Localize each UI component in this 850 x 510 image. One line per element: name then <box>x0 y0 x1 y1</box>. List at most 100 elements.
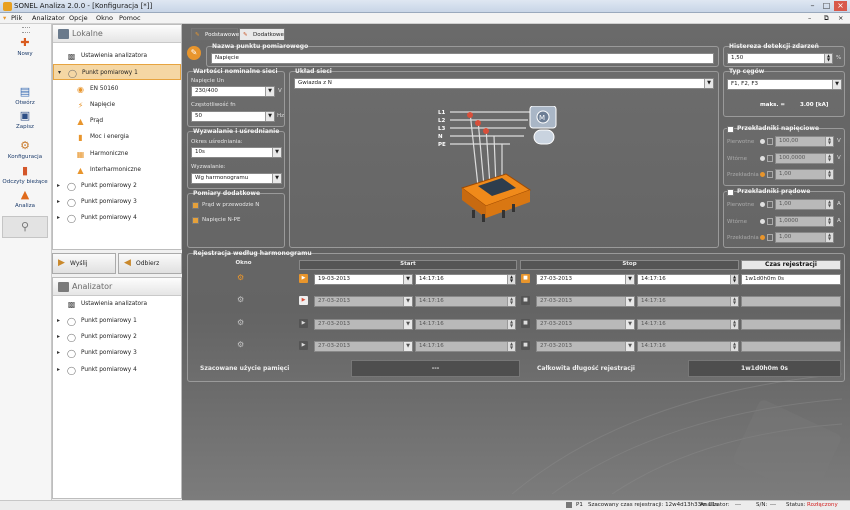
mdi-restore-button[interactable]: ⧉ <box>824 14 829 23</box>
spin-buttons[interactable]: ▲ ▼ <box>507 275 515 284</box>
neutral-current-checkbox[interactable] <box>192 202 199 209</box>
tree-item-voltage[interactable]: ⚡ Napięcie <box>53 97 181 113</box>
spin-buttons[interactable]: ▲ ▼ <box>507 342 515 351</box>
trigger-select[interactable]: Wg harmonogramu ▼ <box>191 173 282 184</box>
vt-secondary-radio[interactable] <box>760 156 765 161</box>
tree-item-point-1[interactable]: ▾ ◯ Punkt pomiarowy 1 <box>53 64 181 80</box>
tree-item-power-energy[interactable]: ▮ Moc i energia <box>53 129 181 145</box>
tree-item-en50160[interactable]: ◉ EN 50160 <box>53 81 181 97</box>
menu-analyzer[interactable]: Analizator <box>32 14 65 22</box>
expand-icon[interactable]: ▸ <box>57 362 63 378</box>
spin-buttons[interactable]: ▲ ▼ <box>825 200 833 209</box>
maximize-button[interactable]: □ <box>820 1 833 11</box>
chevron-down-icon[interactable]: ▼ <box>625 320 634 329</box>
analyzer-item-point-4[interactable]: ▸ ◯ Punkt pomiarowy 4 <box>53 362 181 378</box>
spin-buttons[interactable]: ▲ ▼ <box>730 297 738 306</box>
chevron-down-icon[interactable]: ▼ <box>403 297 412 306</box>
tree-item-current[interactable]: ▲ Prąd <box>53 113 181 129</box>
clamps-select[interactable]: F1, F2, F3 ▼ <box>727 79 842 90</box>
vt-secondary-input[interactable]: 100,0000 ▲ ▼ <box>775 153 834 164</box>
toolbar-analysis-button[interactable]: ▲ Analiza <box>2 188 48 218</box>
hysteresis-input[interactable]: 1,50 ▲ ▼ <box>727 53 833 64</box>
start-2-time[interactable]: 14:17:16 ▲ ▼ <box>415 296 516 307</box>
receive-button[interactable]: ◀ Odbierz <box>118 253 182 274</box>
chevron-down-icon[interactable]: ▼ <box>272 174 281 183</box>
start-1-date[interactable]: 19-03-2013 ▼ <box>314 274 413 285</box>
ct-primary-radio[interactable] <box>760 202 765 207</box>
ct-ratio-radio[interactable] <box>760 235 765 240</box>
vt-primary-radio[interactable] <box>760 139 765 144</box>
stop-1-toggle[interactable]: ■ <box>521 274 530 283</box>
menu-file[interactable]: Plik <box>11 14 22 22</box>
spin-buttons[interactable]: ▲ ▼ <box>825 154 833 163</box>
close-button[interactable]: × <box>834 1 847 11</box>
toolbar-new-button[interactable]: ✚ Nowy <box>2 36 48 66</box>
minimize-button[interactable]: – <box>806 1 819 11</box>
point-name-input[interactable]: Napięcie <box>211 53 714 64</box>
spin-buttons[interactable]: ▲ ▼ <box>730 275 738 284</box>
tree-item-point-4[interactable]: ▸ ◯ Punkt pomiarowy 4 <box>53 210 181 226</box>
period-select[interactable]: 10s ▼ <box>191 147 282 158</box>
ct-primary-input[interactable]: 1,00 ▲ ▼ <box>775 199 834 210</box>
start-1-time[interactable]: 14:17:16 ▲ ▼ <box>415 274 516 285</box>
chevron-down-icon[interactable]: ▼ <box>265 112 274 121</box>
start-2-date[interactable]: 27-03-2013 ▼ <box>314 296 413 307</box>
ct-secondary-input[interactable]: 1,0000 ▲ ▼ <box>775 216 834 227</box>
stop-2-date[interactable]: 27-03-2013 ▼ <box>536 296 635 307</box>
stop-3-time[interactable]: 14:17:16 ▲ ▼ <box>637 319 739 330</box>
tree-item-point-2[interactable]: ▸ ◯ Punkt pomiarowy 2 <box>53 178 181 194</box>
chevron-down-icon[interactable]: ▼ <box>403 342 412 351</box>
ct-ratio-input[interactable]: 1,00 ▲ ▼ <box>775 232 834 243</box>
vt-ratio-radio[interactable] <box>760 172 765 177</box>
spin-buttons[interactable]: ▲ ▼ <box>730 320 738 329</box>
tree-item-harmonics[interactable]: ▦ Harmoniczne <box>53 146 181 162</box>
spin-buttons[interactable]: ▲ ▼ <box>825 217 833 226</box>
stop-3-toggle[interactable]: ■ <box>521 319 530 328</box>
analyzer-item-point-3[interactable]: ▸ ◯ Punkt pomiarowy 3 <box>53 345 181 361</box>
start-4-toggle[interactable]: ▶ <box>299 341 308 350</box>
start-3-date[interactable]: 27-03-2013 ▼ <box>314 319 413 330</box>
spin-buttons[interactable]: ▲ ▼ <box>730 342 738 351</box>
start-3-toggle[interactable]: ▶ <box>299 319 308 328</box>
chevron-down-icon[interactable]: ▼ <box>403 320 412 329</box>
tree-item-point-3[interactable]: ▸ ◯ Punkt pomiarowy 3 <box>53 194 181 210</box>
expand-icon[interactable]: ▸ <box>57 210 63 226</box>
spin-buttons[interactable]: ▲ ▼ <box>507 297 515 306</box>
expand-icon[interactable]: ▸ <box>57 178 63 194</box>
mdi-minimize-button[interactable]: – <box>808 14 811 22</box>
start-3-time[interactable]: 14:17:16 ▲ ▼ <box>415 319 516 330</box>
analyzer-item-point-2[interactable]: ▸ ◯ Punkt pomiarowy 2 <box>53 329 181 345</box>
chevron-down-icon[interactable]: ▼ <box>272 148 281 157</box>
analyzer-item-settings[interactable]: ▩ Ustawienia analizatora <box>53 296 181 312</box>
toolbar-tools-button[interactable]: ⚲ <box>2 216 48 238</box>
stop-1-time[interactable]: 14:17:16 ▲ ▼ <box>637 274 739 285</box>
spin-buttons[interactable]: ▲ ▼ <box>825 170 833 179</box>
tab-basic[interactable]: ✎ Podstawowe <box>191 28 239 40</box>
expand-icon[interactable]: ▸ <box>57 329 63 345</box>
ct-secondary-radio[interactable] <box>760 219 765 224</box>
analyzer-item-point-1[interactable]: ▸ ◯ Punkt pomiarowy 1 <box>53 313 181 329</box>
stop-3-date[interactable]: 27-03-2013 ▼ <box>536 319 635 330</box>
vt-ratio-input[interactable]: 1,00 ▲ ▼ <box>775 169 834 180</box>
chevron-down-icon[interactable]: ▼ <box>625 297 634 306</box>
voltage-select[interactable]: 230/400 ▼ <box>191 86 275 97</box>
chevron-down-icon[interactable]: ▼ <box>704 79 713 88</box>
frequency-select[interactable]: 50 ▼ <box>191 111 275 122</box>
stop-4-date[interactable]: 27-03-2013 ▼ <box>536 341 635 352</box>
network-select[interactable]: Gwiazda z N ▼ <box>294 78 714 89</box>
toolbar-save-button[interactable]: ▣ Zapisz <box>2 109 48 139</box>
start-1-toggle[interactable]: ▶ <box>299 274 308 283</box>
stop-4-toggle[interactable]: ■ <box>521 341 530 350</box>
current-transformers-checkbox[interactable] <box>727 189 734 196</box>
menu-help[interactable]: Pomoc <box>119 14 141 22</box>
chevron-down-icon[interactable]: ▼ <box>832 80 841 89</box>
vt-primary-input[interactable]: 100,00 ▲ ▼ <box>775 136 834 147</box>
chevron-down-icon[interactable]: ▼ <box>625 275 634 284</box>
menu-window[interactable]: Okno <box>96 14 113 22</box>
spin-buttons[interactable]: ▲ ▼ <box>825 233 833 242</box>
menu-options[interactable]: Opcje <box>69 14 88 22</box>
spin-buttons[interactable]: ▲ ▼ <box>824 54 832 63</box>
npe-voltage-checkbox[interactable] <box>192 217 199 224</box>
start-4-date[interactable]: 27-03-2013 ▼ <box>314 341 413 352</box>
expand-icon[interactable]: ▸ <box>57 345 63 361</box>
